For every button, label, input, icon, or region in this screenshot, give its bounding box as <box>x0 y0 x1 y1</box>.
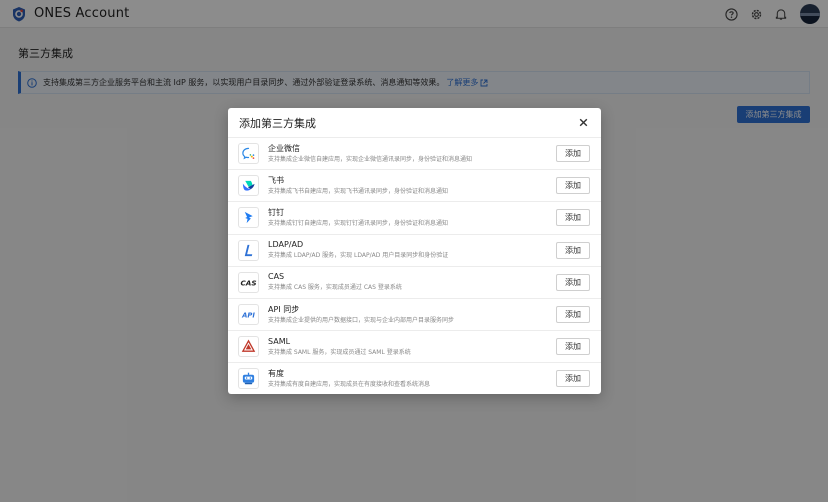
integration-name: SAML <box>268 336 291 346</box>
integration-item-dingtalk: 钉钉 支持集成钉钉自建应用，实现钉钉通讯录同步，身份验证和消息通知 添加 <box>228 201 601 233</box>
youdu-icon <box>238 368 259 390</box>
close-icon[interactable] <box>578 117 589 128</box>
feishu-icon <box>238 175 259 197</box>
integration-item-feishu: 飞书 支持集成飞书自建应用，实现飞书通讯录同步，身份验证和消息通知 添加 <box>228 169 601 201</box>
integration-name: 企业微信 <box>268 143 300 153</box>
integration-name: LDAP/AD <box>268 240 304 250</box>
integration-item-api: API API 同步 支持集成企业提供的用户数据接口，实现与企业内部用户目录服务… <box>228 297 601 330</box>
integration-desc: 支持集成 SAML 服务，实现成员通过 SAML 登录系统 <box>268 348 411 356</box>
integration-item-saml: SAML 支持集成 SAML 服务，实现成员通过 SAML 登录系统 添加 <box>228 330 601 362</box>
svg-text:API: API <box>241 312 255 320</box>
add-dingtalk-button[interactable]: 添加 <box>556 209 590 227</box>
modal-title: 添加第三方集成 <box>239 116 316 130</box>
integration-desc: 支持集成 CAS 服务，实现成员通过 CAS 登录系统 <box>268 284 402 292</box>
add-wecom-button[interactable]: 添加 <box>556 145 590 162</box>
add-ldap-button[interactable]: 添加 <box>556 241 590 259</box>
modal-header: 添加第三方集成 <box>228 108 601 137</box>
add-cas-button[interactable]: 添加 <box>556 273 590 291</box>
integration-desc: 支持集成企业微信自建应用，实现企业微信通讯录同步，身份验证和消息通知 <box>268 155 473 163</box>
integration-name: 飞书 <box>268 175 284 185</box>
wecom-icon <box>238 143 259 165</box>
integration-desc: 支持集成企业提供的用户数据接口，实现与企业内部用户目录服务同步 <box>268 316 455 324</box>
integration-item-wecom: 企业微信 支持集成企业微信自建应用，实现企业微信通讯录同步，身份验证和消息通知 … <box>228 137 601 169</box>
add-api-button[interactable]: 添加 <box>556 305 590 323</box>
integration-desc: 支持集成钉钉自建应用，实现钉钉通讯录同步，身份验证和消息通知 <box>268 219 449 227</box>
integration-desc: 支持集成飞书自建应用，实现飞书通讯录同步，身份验证和消息通知 <box>268 187 449 195</box>
integration-name: API 同步 <box>268 304 300 314</box>
integration-item-youdu: 有度 支持集成有度自建应用，实现成员在有度接收和查看系统消息 添加 <box>228 362 601 394</box>
cas-icon: CAS <box>238 271 259 293</box>
ldap-icon <box>238 239 259 261</box>
add-youdu-button[interactable]: 添加 <box>556 370 590 388</box>
integration-name: CAS <box>268 272 285 282</box>
svg-text:CAS: CAS <box>240 278 256 287</box>
integration-desc: 支持集成有度自建应用，实现成员在有度接收和查看系统消息 <box>268 380 431 388</box>
integration-item-ldap: LDAP/AD 支持集成 LDAP/AD 服务，实现 LDAP/AD 用户目录同… <box>228 233 601 266</box>
saml-icon <box>238 336 259 358</box>
integration-list: 企业微信 支持集成企业微信自建应用，实现企业微信通讯录同步，身份验证和消息通知 … <box>228 137 601 395</box>
dingtalk-icon <box>238 207 259 229</box>
add-saml-button[interactable]: 添加 <box>556 338 590 356</box>
integration-item-cas: CAS CAS 支持集成 CAS 服务，实现成员通过 CAS 登录系统 添加 <box>228 265 601 298</box>
integration-desc: 支持集成 LDAP/AD 服务，实现 LDAP/AD 用户目录同步和身份验证 <box>268 252 449 260</box>
add-integration-modal: 添加第三方集成 企业微信 支持集成企业微信自建应用，实现企业微信通讯录同步，身份… <box>228 108 601 394</box>
add-feishu-button[interactable]: 添加 <box>556 177 590 195</box>
integration-name: 钉钉 <box>268 207 284 217</box>
integration-name: 有度 <box>268 368 284 378</box>
api-icon: API <box>238 304 259 326</box>
